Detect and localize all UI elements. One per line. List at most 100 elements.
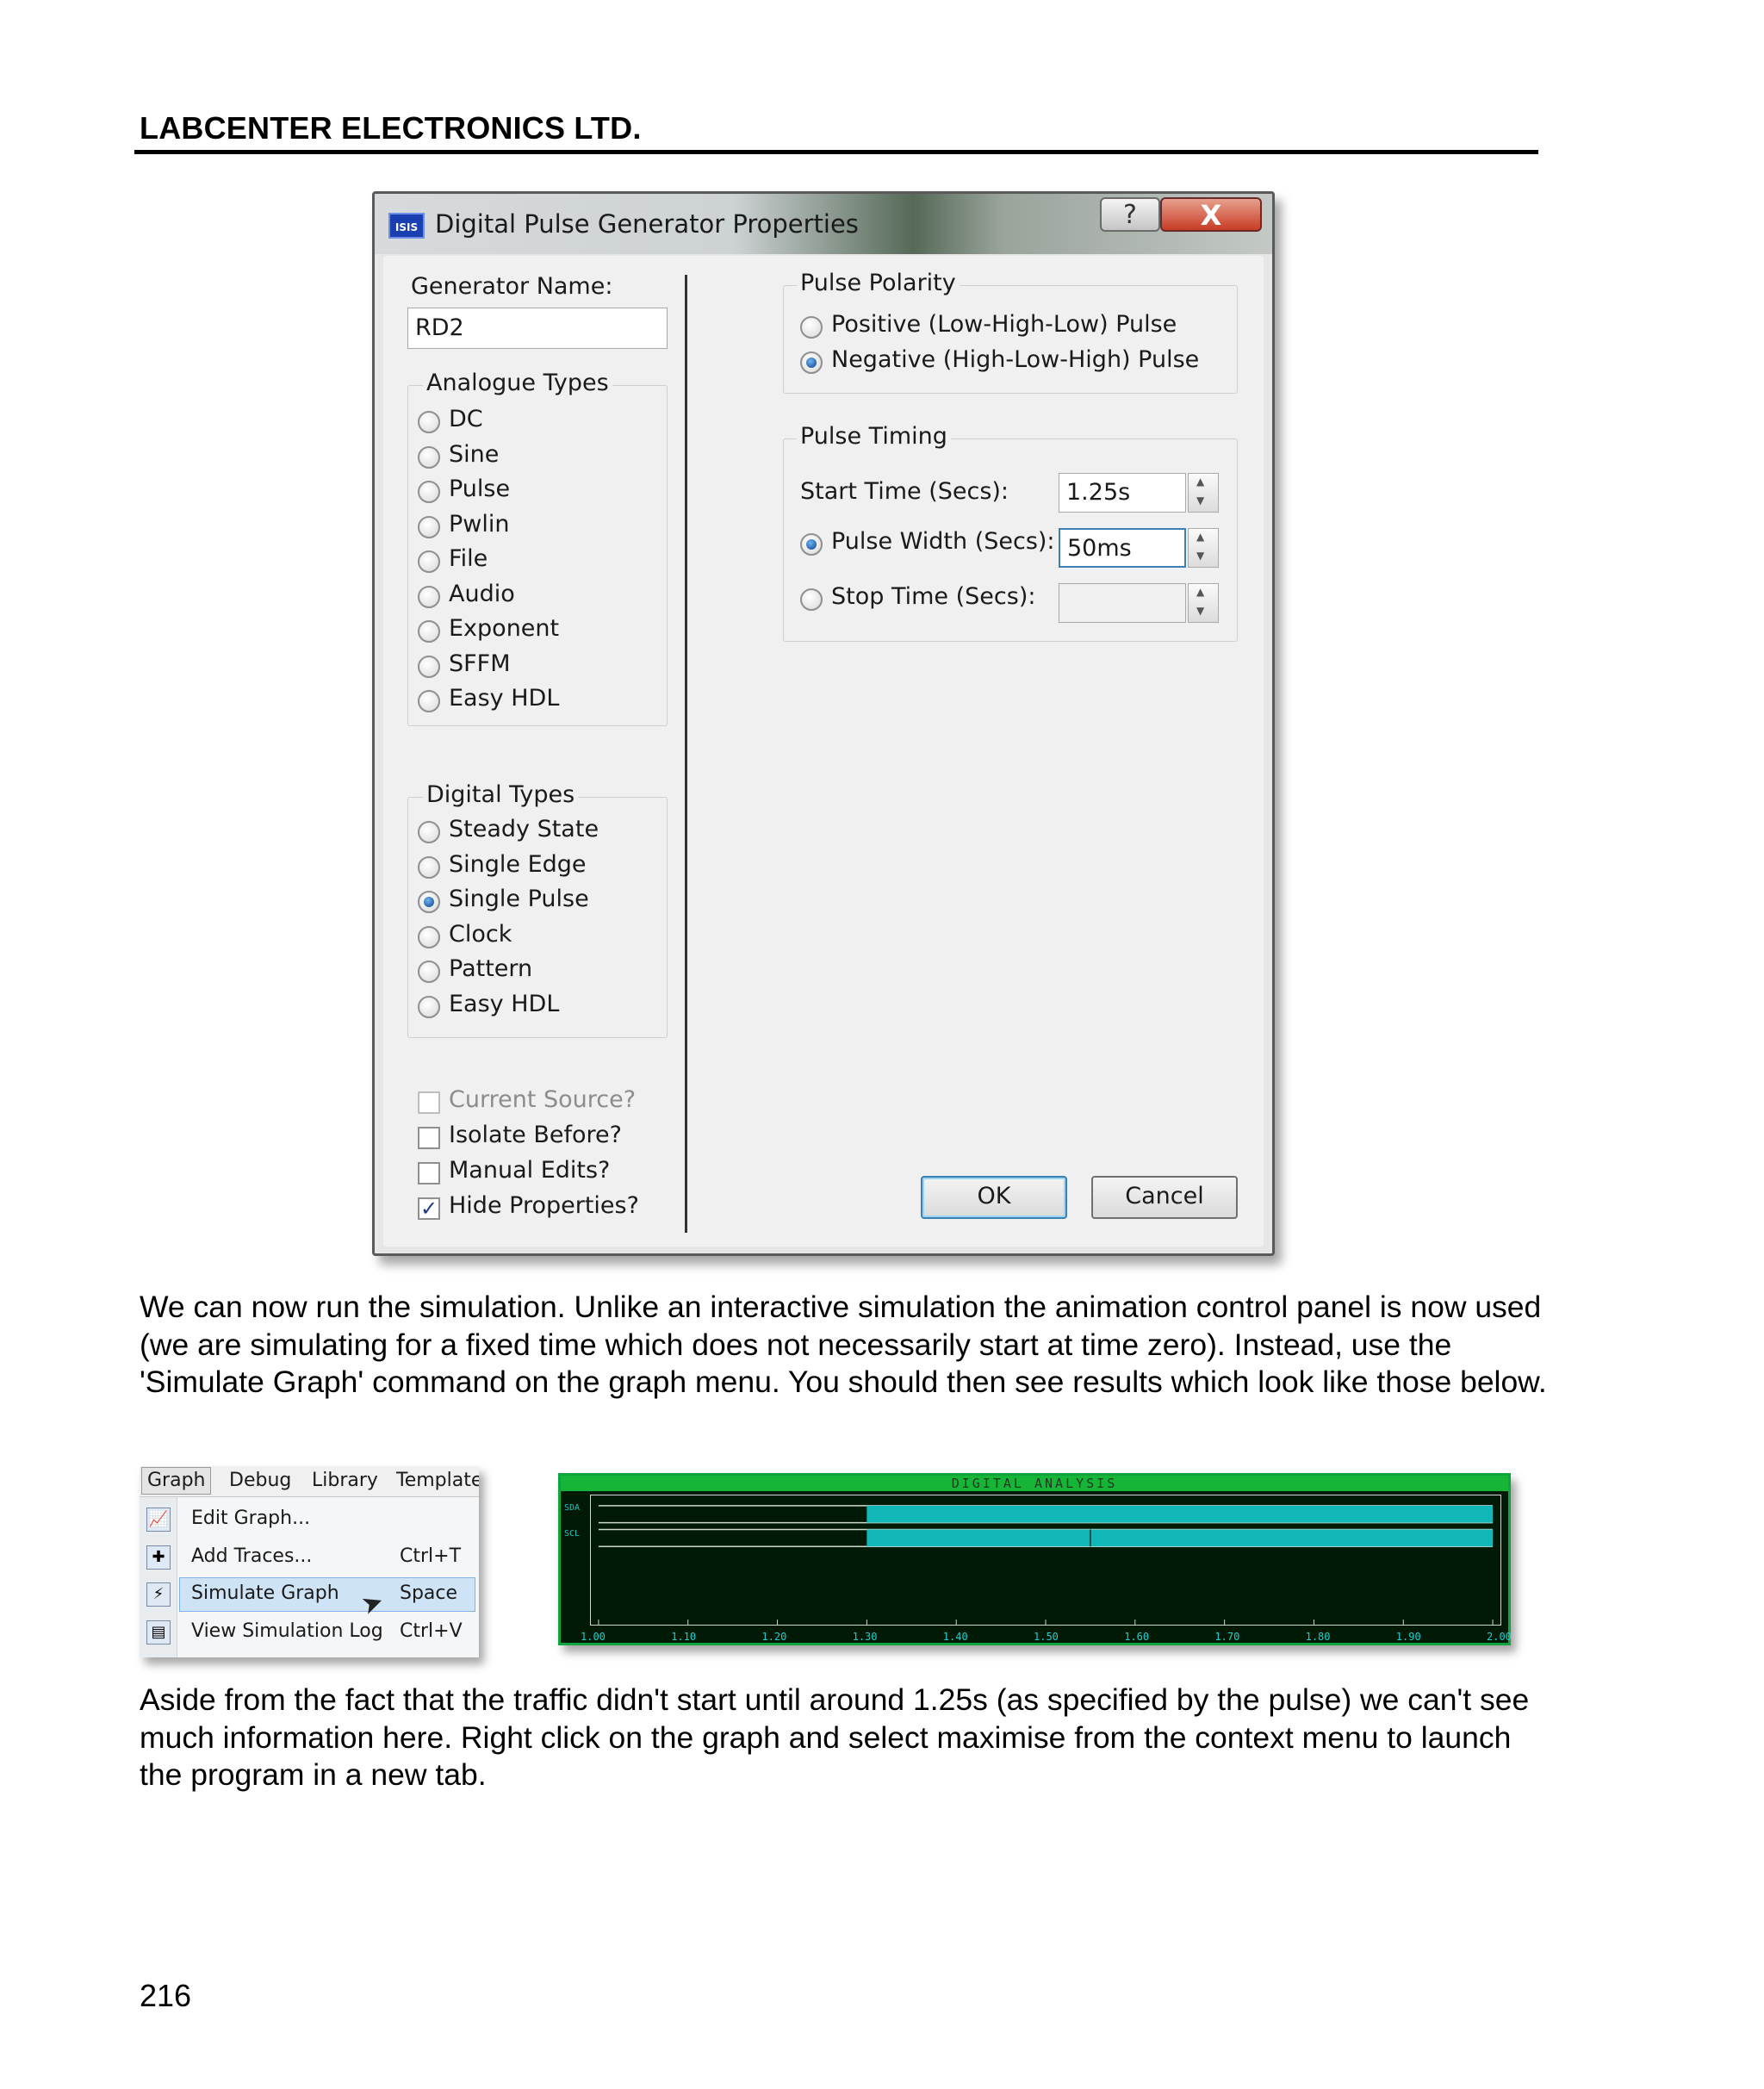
digital-analysis-graph[interactable]: DIGITAL ANALYSIS SDA SCL 1.00 1.10 1.20 1.3…	[558, 1473, 1512, 1645]
menu-item-shortcut: Ctrl+T	[400, 1545, 462, 1567]
body-paragraph-1: We can now run the simulation. Unlike an…	[140, 1290, 1547, 1399]
x-tick-label: 1.30	[852, 1631, 878, 1643]
page-number: 216	[140, 1978, 192, 2013]
analogue-type-option-radio[interactable]	[418, 481, 440, 503]
page-header-title: LABCENTER ELECTRONICS LTD.	[140, 110, 642, 146]
analogue-type-option-radio[interactable]	[418, 585, 440, 608]
option-checkbox-label: Isolate Before?	[449, 1122, 622, 1148]
cancel-button[interactable]: Cancel	[1091, 1176, 1238, 1219]
x-tick-label: 1.40	[942, 1631, 968, 1643]
trace-label-sda: SDA	[564, 1503, 581, 1513]
menubar-template[interactable]: Template	[396, 1470, 479, 1491]
analogue-type-option-label: File	[449, 545, 488, 572]
analogue-type-option-label: Pulse	[449, 476, 511, 502]
analogue-type-option-label: SFFM	[449, 650, 511, 677]
digital-types-title: Digital Types	[423, 781, 579, 808]
digital-type-option-label: Clock	[449, 920, 512, 948]
menubar: Graph Debug Library Template	[140, 1466, 479, 1497]
analogue-types-group	[407, 385, 668, 726]
analogue-type-option-radio[interactable]	[418, 690, 440, 712]
pulse-width-input[interactable]: 50ms	[1059, 528, 1186, 568]
analogue-type-option-label: Audio	[449, 580, 515, 607]
analogue-type-option-radio[interactable]	[418, 550, 440, 573]
pulse-polarity-option-radio[interactable]	[800, 316, 823, 339]
analogue-type-option-radio[interactable]	[418, 655, 440, 678]
body-paragraph-2: Aside from the fact that the traffic did…	[140, 1682, 1530, 1792]
x-tick-label: 1.80	[1305, 1631, 1331, 1643]
start-time-label: Start Time (Secs):	[800, 478, 1009, 505]
pulse-width-radio[interactable]	[800, 533, 823, 556]
pulse-polarity-option-radio[interactable]	[800, 351, 823, 374]
trace-activity-bar	[866, 1505, 1494, 1523]
start-time-input[interactable]: 1.25s	[1059, 473, 1186, 513]
stop-time-input[interactable]	[1059, 583, 1186, 623]
option-checkbox[interactable]	[418, 1162, 440, 1184]
menu-item-label[interactable]: View Simulation Log	[191, 1620, 383, 1642]
header-rule	[134, 150, 1538, 154]
simulation-log-icon: ▤	[146, 1620, 171, 1644]
x-tick-label: 1.00	[581, 1631, 606, 1643]
simulate-graph-icon: ⚡	[146, 1582, 171, 1607]
analogue-type-option-label: Exponent	[449, 615, 560, 642]
menubar-library[interactable]: Library	[312, 1470, 378, 1491]
close-button[interactable]: X	[1160, 197, 1262, 232]
analogue-type-option-radio[interactable]	[418, 620, 440, 643]
analogue-type-option-radio[interactable]	[418, 411, 440, 433]
trace-label-scl: SCL	[564, 1529, 581, 1539]
dialog-title: Digital Pulse Generator Properties	[435, 209, 859, 239]
digital-type-option-radio[interactable]	[418, 925, 440, 948]
pulse-polarity-option-label: Positive (Low-High-Low) Pulse	[831, 311, 1177, 338]
option-checkbox[interactable]: ✓	[418, 1197, 440, 1220]
menubar-graph[interactable]: Graph	[141, 1467, 212, 1495]
generator-name-label: Generator Name:	[411, 273, 613, 300]
menu-item-shortcut: Ctrl+V	[400, 1620, 463, 1642]
digital-type-option-label: Steady State	[449, 816, 599, 842]
digital-type-option-label: Single Edge	[449, 850, 587, 878]
digital-type-option-label: Easy HDL	[449, 990, 560, 1017]
help-button[interactable]: ?	[1100, 197, 1160, 232]
dialog-vertical-separator	[685, 275, 687, 1233]
menu-item-shortcut: Space	[400, 1582, 458, 1604]
pulse-polarity-title: Pulse Polarity	[797, 270, 960, 296]
pulse-width-label: Pulse Width (Secs):	[831, 528, 1055, 555]
menu-item-label[interactable]: Edit Graph...	[191, 1508, 310, 1529]
isis-app-icon: ISIS	[388, 213, 425, 239]
x-tick-label: 1.50	[1034, 1631, 1059, 1643]
menu-item-label[interactable]: Add Traces...	[191, 1545, 312, 1567]
stop-time-radio[interactable]	[800, 588, 823, 611]
stop-time-spinner[interactable]	[1188, 583, 1219, 623]
graph-plot-area	[590, 1495, 1501, 1626]
pulse-polarity-group	[783, 285, 1238, 394]
analogue-types-title: Analogue Types	[423, 370, 612, 396]
analogue-type-option-label: Easy HDL	[449, 685, 560, 712]
analogue-type-option-label: Sine	[449, 440, 500, 468]
add-traces-icon: ✚	[146, 1545, 171, 1570]
graph-title: DIGITAL ANALYSIS	[561, 1476, 1508, 1491]
digital-type-option-radio[interactable]	[418, 891, 440, 913]
digital-pulse-generator-dialog: ISIS Digital Pulse Generator Properties …	[372, 191, 1275, 1256]
digital-type-option-radio[interactable]	[418, 855, 440, 879]
x-tick-label: 1.10	[671, 1631, 697, 1643]
digital-type-option-label: Single Pulse	[449, 886, 589, 912]
pulse-width-spinner[interactable]	[1188, 528, 1219, 568]
digital-type-option-radio[interactable]	[418, 821, 440, 843]
edit-graph-icon: 📈	[146, 1508, 171, 1532]
analogue-type-option-radio[interactable]	[418, 515, 440, 538]
graph-menu: Graph Debug Library Template 📈 Edit Graph…	[140, 1466, 479, 1657]
analogue-type-option-radio[interactable]	[418, 445, 440, 469]
option-checkbox	[418, 1091, 440, 1114]
analogue-type-option-label: Pwlin	[449, 510, 510, 538]
ok-button[interactable]: OK	[921, 1176, 1067, 1219]
digital-type-option-label: Pattern	[449, 955, 533, 982]
analogue-type-option-label: DC	[449, 406, 483, 432]
digital-type-option-radio[interactable]	[418, 995, 440, 1018]
option-checkbox-label: Hide Properties?	[449, 1192, 639, 1219]
menubar-debug[interactable]: Debug	[229, 1470, 291, 1491]
dialog-titlebar[interactable]: ISIS Digital Pulse Generator Properties …	[375, 194, 1272, 254]
generator-name-input[interactable]: RD2	[407, 308, 668, 349]
stop-time-label: Stop Time (Secs):	[831, 583, 1036, 610]
start-time-spinner[interactable]	[1188, 473, 1219, 513]
option-checkbox[interactable]	[418, 1127, 440, 1149]
menu-item-label[interactable]: Simulate Graph	[191, 1582, 339, 1604]
digital-type-option-radio[interactable]	[418, 961, 440, 983]
